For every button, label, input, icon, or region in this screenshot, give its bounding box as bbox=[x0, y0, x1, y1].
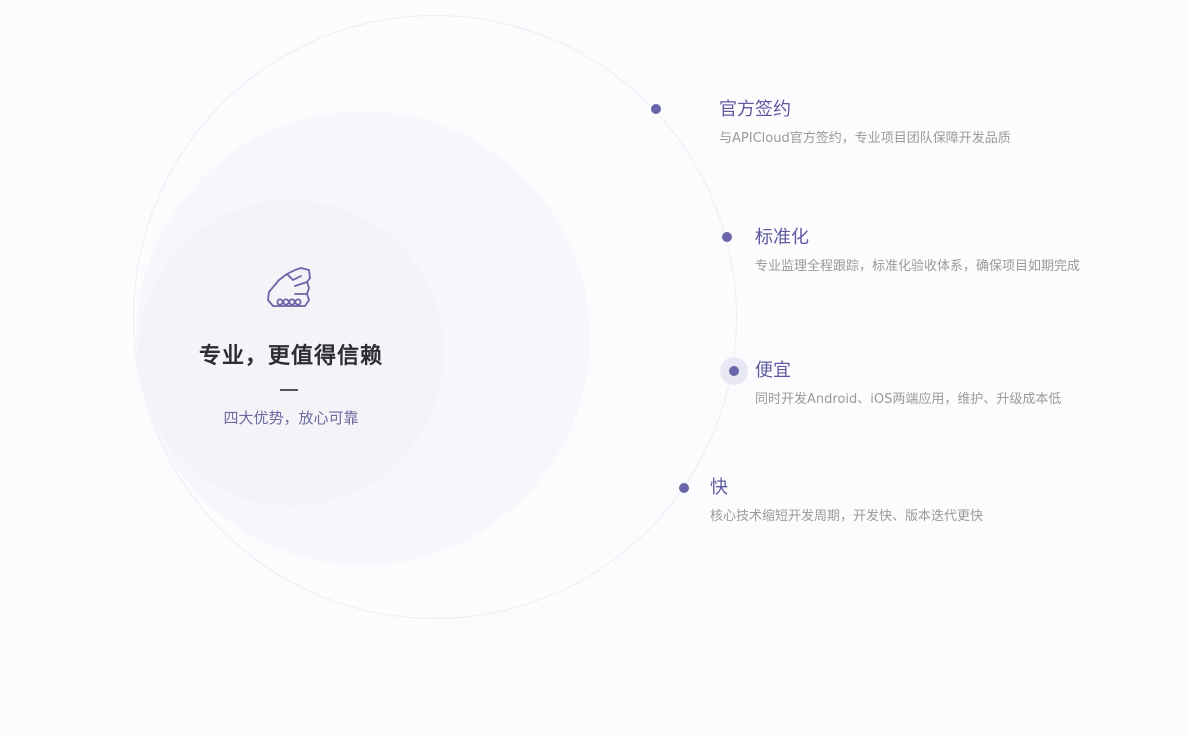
feature-marker-dot bbox=[679, 483, 689, 493]
feature-marker-dot bbox=[729, 366, 739, 376]
feature-item-cheap: 便宜 同时开发Android、iOS两端应用，维护、升级成本低 bbox=[755, 359, 1061, 409]
feature-item-official: 官方签约 与APICloud官方签约，专业项目团队保障开发品质 bbox=[719, 98, 1011, 148]
feature-desc: 同时开发Android、iOS两端应用，维护、升级成本低 bbox=[755, 392, 1062, 407]
center-title: 专业，更值得信赖 bbox=[198, 344, 383, 369]
feature-item-fast: 快 核心技术缩短开发周期，开发快、版本迭代更快 bbox=[710, 476, 983, 526]
handshake-icon bbox=[267, 267, 311, 307]
feature-desc: 专业监理全程跟踪，标准化验收体系，确保项目如期完成 bbox=[755, 259, 1081, 274]
feature-marker-dot bbox=[722, 232, 732, 242]
feature-desc: 与APICloud官方签约，专业项目团队保障开发品质 bbox=[719, 131, 1011, 146]
feature-title: 便宜 bbox=[755, 360, 791, 381]
feature-title: 标准化 bbox=[755, 227, 809, 248]
feature-marker-dot bbox=[651, 104, 661, 114]
feature-item-standard: 标准化 专业监理全程跟踪，标准化验收体系，确保项目如期完成 bbox=[755, 226, 1080, 276]
feature-title: 快 bbox=[710, 477, 728, 498]
center-subtitle: 四大优势，放心可靠 bbox=[223, 409, 359, 427]
feature-desc: 核心技术缩短开发周期，开发快、版本迭代更快 bbox=[710, 509, 984, 524]
divider bbox=[280, 389, 298, 391]
advantages-section: 专业，更值得信赖 四大优势，放心可靠 官方签约 与APICloud官方签约，专业… bbox=[0, 0, 1190, 735]
feature-title: 官方签约 bbox=[719, 99, 791, 120]
